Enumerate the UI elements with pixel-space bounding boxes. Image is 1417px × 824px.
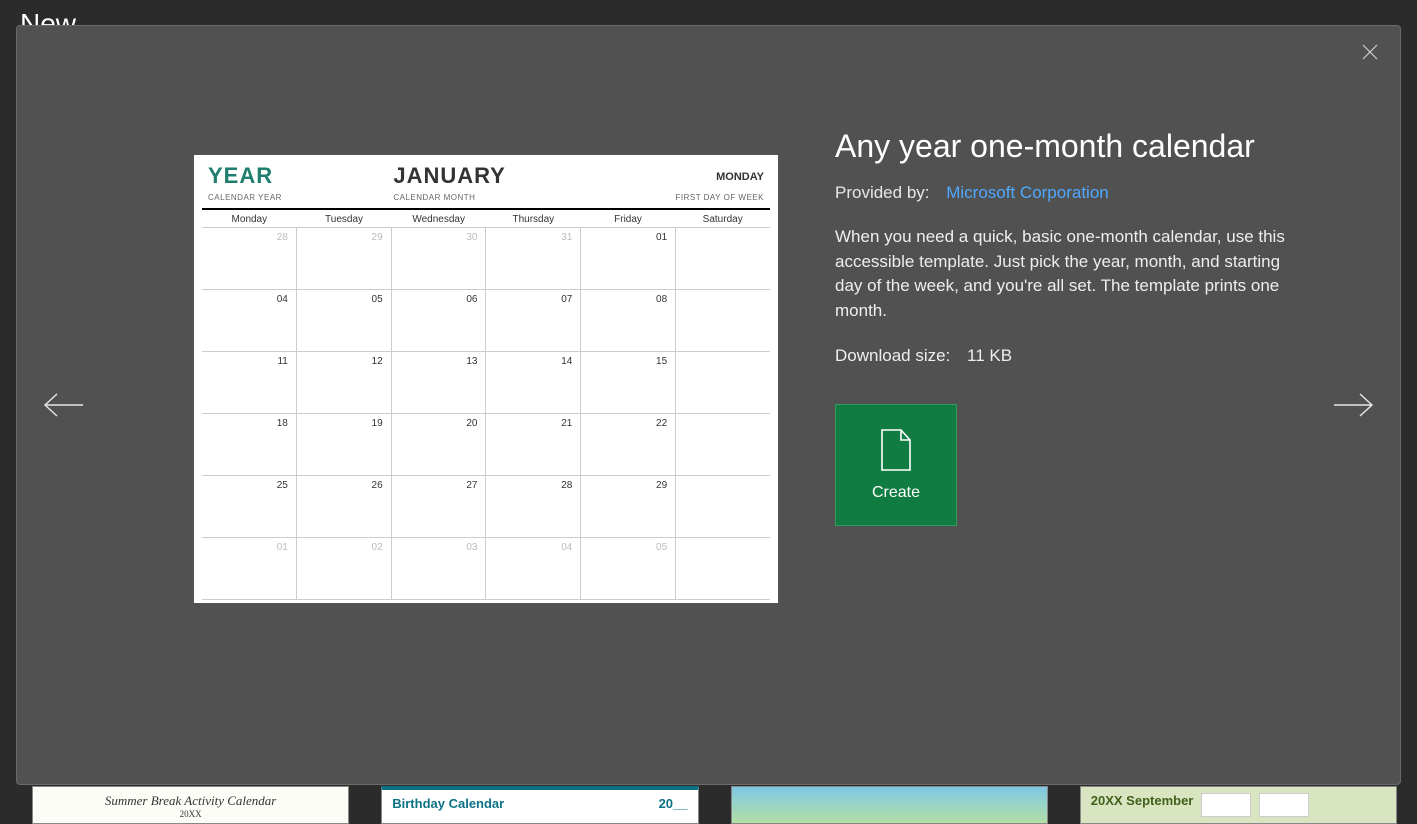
template-thumbnails-row: Summer Break Activity Calendar 20XX Birt… — [32, 786, 1397, 824]
calendar-cell: 25 — [202, 476, 297, 537]
calendar-row: 0102030405 — [202, 538, 770, 600]
preview-calendar-body: 2829303101040506070811121314151819202122… — [202, 227, 770, 600]
preview-year: YEAR — [208, 163, 273, 188]
calendar-cell: 08 — [581, 290, 676, 351]
calendar-cell — [676, 414, 770, 475]
day-header: Friday — [581, 214, 676, 225]
calendar-cell: 26 — [297, 476, 392, 537]
calendar-cell: 28 — [202, 228, 297, 289]
thumbnail-mini-image — [1259, 793, 1309, 817]
preview-sublabel-year: CALENDAR YEAR — [208, 193, 393, 202]
calendar-cell: 04 — [202, 290, 297, 351]
thumbnail-title: Summer Break Activity Calendar — [105, 793, 277, 808]
calendar-cell: 28 — [486, 476, 581, 537]
calendar-row: 1112131415 — [202, 352, 770, 414]
close-button[interactable] — [1354, 36, 1386, 68]
calendar-cell — [676, 476, 770, 537]
template-preview-image: YEAR JANUARY MONDAY CALENDAR YEAR CALEND… — [193, 154, 779, 604]
create-button[interactable]: Create — [835, 404, 957, 526]
template-thumbnail[interactable]: Birthday Calendar 20__ — [381, 786, 698, 824]
calendar-cell — [676, 352, 770, 413]
previous-template-button[interactable] — [39, 381, 87, 429]
calendar-cell: 05 — [297, 290, 392, 351]
thumbnail-subtitle: 20XX — [43, 809, 338, 819]
preview-sublabel-firstday: FIRST DAY OF WEEK — [579, 193, 764, 202]
calendar-cell: 01 — [581, 228, 676, 289]
calendar-cell: 01 — [202, 538, 297, 599]
calendar-cell: 05 — [581, 538, 676, 599]
document-icon — [879, 428, 913, 472]
calendar-cell: 15 — [581, 352, 676, 413]
preview-sublabel-month: CALENDAR MONTH — [393, 193, 578, 202]
arrow-right-icon — [1332, 390, 1376, 420]
calendar-cell: 04 — [486, 538, 581, 599]
calendar-cell: 31 — [486, 228, 581, 289]
calendar-cell: 07 — [486, 290, 581, 351]
preview-day-headers: MondayTuesdayWednesdayThursdayFridaySatu… — [202, 210, 770, 227]
next-template-button[interactable] — [1330, 381, 1378, 429]
thumbnail-title: 20XX September — [1091, 793, 1194, 817]
create-button-label: Create — [872, 484, 920, 502]
calendar-row: 1819202122 — [202, 414, 770, 476]
preview-firstday: MONDAY — [579, 163, 764, 189]
provided-by-label: Provided by: — [835, 183, 930, 202]
calendar-cell — [676, 290, 770, 351]
preview-month: JANUARY — [393, 163, 506, 188]
calendar-cell: 19 — [297, 414, 392, 475]
day-header: Tuesday — [297, 214, 392, 225]
template-thumbnail[interactable] — [731, 786, 1048, 824]
calendar-cell: 21 — [486, 414, 581, 475]
calendar-cell: 12 — [297, 352, 392, 413]
calendar-cell: 30 — [392, 228, 487, 289]
calendar-cell: 13 — [392, 352, 487, 413]
calendar-cell: 20 — [392, 414, 487, 475]
day-header: Thursday — [486, 214, 581, 225]
download-size-label: Download size: — [835, 346, 950, 365]
template-preview-dialog: YEAR JANUARY MONDAY CALENDAR YEAR CALEND… — [16, 25, 1401, 785]
thumbnail-year: 20__ — [659, 796, 688, 811]
day-header: Saturday — [675, 214, 770, 225]
calendar-row: 2526272829 — [202, 476, 770, 538]
thumbnail-title: Birthday Calendar — [392, 796, 504, 811]
template-title: Any year one-month calendar — [835, 128, 1290, 165]
calendar-cell: 29 — [297, 228, 392, 289]
calendar-cell — [676, 228, 770, 289]
template-details-panel: Any year one-month calendar Provided by:… — [835, 128, 1290, 526]
calendar-cell: 06 — [392, 290, 487, 351]
calendar-row: 0405060708 — [202, 290, 770, 352]
calendar-cell: 11 — [202, 352, 297, 413]
calendar-cell: 03 — [392, 538, 487, 599]
day-header: Monday — [202, 214, 297, 225]
template-thumbnail[interactable]: Summer Break Activity Calendar 20XX — [32, 786, 349, 824]
calendar-cell: 14 — [486, 352, 581, 413]
download-size-value: 11 KB — [967, 346, 1012, 365]
arrow-left-icon — [41, 390, 85, 420]
template-description: When you need a quick, basic one-month c… — [835, 225, 1290, 324]
calendar-cell: 22 — [581, 414, 676, 475]
calendar-cell — [676, 538, 770, 599]
calendar-cell: 29 — [581, 476, 676, 537]
calendar-cell: 18 — [202, 414, 297, 475]
template-thumbnail[interactable]: 20XX September — [1080, 786, 1397, 824]
calendar-row: 2829303101 — [202, 228, 770, 290]
day-header: Wednesday — [391, 214, 486, 225]
close-icon — [1361, 43, 1379, 61]
provider-link[interactable]: Microsoft Corporation — [946, 183, 1109, 202]
calendar-cell: 02 — [297, 538, 392, 599]
calendar-cell: 27 — [392, 476, 487, 537]
thumbnail-mini-image — [1201, 793, 1251, 817]
